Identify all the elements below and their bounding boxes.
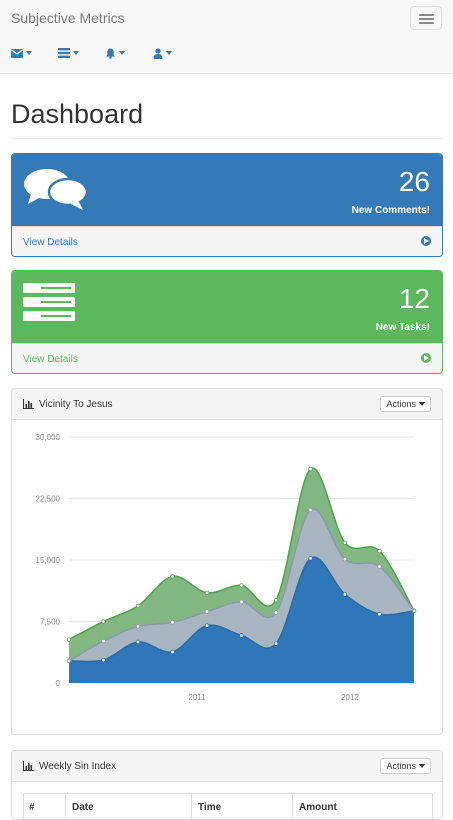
table-panel-header: Weekly Sin Index Actions <box>12 751 442 782</box>
data-point <box>308 466 313 472</box>
table-actions-button[interactable]: Actions <box>380 758 431 774</box>
chart-actions-button[interactable]: Actions <box>380 396 431 412</box>
data-point <box>377 611 382 617</box>
actions-label: Actions <box>386 399 416 409</box>
title-divider <box>11 138 442 139</box>
chevron-down-icon <box>419 402 425 406</box>
comments-card: 26 New Comments! View Details <box>11 153 443 257</box>
data-point <box>273 610 279 615</box>
data-point <box>273 597 279 603</box>
bar-chart-icon <box>23 761 34 771</box>
data-point <box>308 556 313 561</box>
user-dropdown[interactable] <box>153 46 172 60</box>
data-point <box>204 590 210 595</box>
table-panel-title: Weekly Sin Index <box>39 761 117 772</box>
tasks-details-link[interactable]: View Details <box>12 343 442 373</box>
arrow-circle-right-icon <box>421 236 431 246</box>
data-point <box>342 592 348 597</box>
chevron-down-icon <box>26 51 32 55</box>
y-tick-label: 7,500 <box>40 618 61 627</box>
data-point <box>239 633 244 638</box>
user-icon <box>153 47 163 59</box>
table-header-cell: Amount <box>299 802 337 813</box>
data-point <box>101 657 106 663</box>
top-navbar: Subjective Metrics <box>0 0 453 74</box>
actions-label: Actions <box>386 761 416 771</box>
data-point <box>135 603 141 609</box>
x-tick-label: 2011 <box>188 693 206 702</box>
y-tick-label: 15,000 <box>36 556 61 565</box>
table-header-cell: # <box>29 802 35 813</box>
arrow-circle-right-icon <box>421 353 431 363</box>
chevron-down-icon <box>419 764 425 768</box>
alerts-dropdown[interactable] <box>105 46 125 60</box>
messages-dropdown[interactable] <box>11 46 32 60</box>
tasks-dropdown[interactable] <box>58 46 79 60</box>
data-point <box>377 548 382 554</box>
envelope-icon <box>11 48 23 58</box>
chevron-down-icon <box>166 51 172 55</box>
table-divider <box>65 794 66 819</box>
data-point <box>308 507 313 513</box>
data-point <box>101 638 106 644</box>
tasks-count: 12 <box>398 283 430 314</box>
tasks-card-header: 12 New Tasks! <box>12 271 442 343</box>
chevron-down-icon <box>119 51 125 55</box>
data-point <box>170 649 175 655</box>
bell-icon <box>105 48 116 59</box>
comments-count: 26 <box>398 166 430 197</box>
tasks-card: 12 New Tasks! View Details <box>11 270 443 374</box>
table-panel: Weekly Sin Index Actions # Date Time Amo… <box>11 750 443 820</box>
menu-toggle-button[interactable] <box>410 6 442 30</box>
data-point <box>273 641 279 646</box>
data-point <box>342 556 348 562</box>
area-chart: 0 7,500 15,000 22,500 30,000 2011 2012 <box>36 433 417 702</box>
table-divider <box>191 794 192 819</box>
chevron-down-icon <box>73 51 79 55</box>
data-point <box>239 599 244 605</box>
brand-title[interactable]: Subjective Metrics <box>11 10 125 26</box>
tasks-label: New Tasks! <box>375 322 430 333</box>
table-divider <box>292 794 293 819</box>
tasks-icon <box>23 283 75 321</box>
comments-icon <box>24 169 88 210</box>
area-chart-panel: Vicinity To Jesus Actions 0 7,500 15,000 22… <box>11 388 443 735</box>
page-title: Dashboard <box>11 99 144 129</box>
data-point <box>170 574 175 579</box>
comments-label: New Comments! <box>351 205 430 216</box>
table-header-cell: Date <box>72 802 94 813</box>
data-point <box>135 639 141 645</box>
view-details-label[interactable]: View Details <box>23 237 78 248</box>
data-point <box>204 609 210 614</box>
data-point <box>377 564 382 569</box>
y-tick-label: 30,000 <box>36 433 61 442</box>
data-point <box>342 540 348 545</box>
chart-panel-header: Vicinity To Jesus Actions <box>12 389 442 420</box>
data-point <box>411 608 417 614</box>
data-point <box>135 624 141 629</box>
bar-chart-icon <box>23 399 34 409</box>
data-table: # Date Time Amount <box>23 793 433 819</box>
view-details-label[interactable]: View Details <box>23 354 78 365</box>
data-point <box>170 620 175 625</box>
data-point <box>239 583 244 588</box>
chart-panel-title: Vicinity To Jesus <box>39 399 113 410</box>
tasks-icon <box>58 48 70 58</box>
comments-card-header: 26 New Comments! <box>12 154 442 226</box>
data-point <box>66 637 72 642</box>
comments-details-link[interactable]: View Details <box>12 226 442 256</box>
y-tick-label: 22,500 <box>36 495 61 504</box>
data-point <box>66 658 72 664</box>
data-point <box>204 623 210 628</box>
table-header-cell: Time <box>198 802 222 813</box>
data-point <box>101 619 106 624</box>
y-tick-label: 0 <box>56 679 61 688</box>
x-tick-label: 2012 <box>341 693 359 702</box>
